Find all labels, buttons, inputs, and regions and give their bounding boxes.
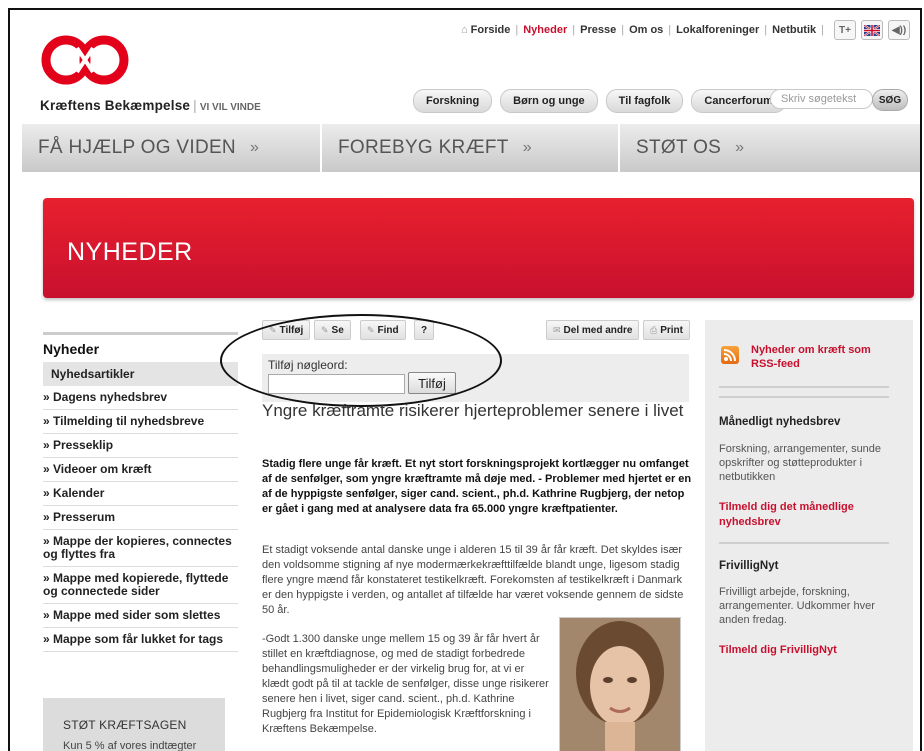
article-photo <box>559 617 681 751</box>
help-button[interactable]: ? <box>414 320 435 340</box>
search-button[interactable]: SØG <box>872 89 908 111</box>
forskning-button[interactable]: Forskning <box>413 89 493 113</box>
brand-tagline: VI VIL VINDE <box>199 102 261 113</box>
main-nav-hjaelp[interactable]: FÅ HJÆLP OG VIDEN» <box>22 124 322 172</box>
see-tags-button[interactable]: ✎ Se <box>314 320 351 340</box>
newsletter-title: Månedligt nyhedsbrev <box>719 416 841 428</box>
support-box: STØT KRÆFTSAGEN Kun 5 % af vores indtægt… <box>43 698 225 751</box>
page-title: NYHEDER <box>67 238 193 266</box>
utility-link-lokalforeninger[interactable]: Lokalforeninger <box>676 24 759 36</box>
keyword-input[interactable] <box>268 374 405 394</box>
article-lead: Stadig flere unge får kræft. Et nyt stor… <box>262 458 692 515</box>
utility-link-om-os[interactable]: Om os <box>629 24 663 36</box>
chevron-right-icon: » <box>522 139 532 156</box>
til-fagfolk-button[interactable]: Til fagfolk <box>605 89 684 113</box>
sidebar-item-current[interactable]: Nyhedsartikler <box>43 362 238 386</box>
text-size-icon[interactable]: T+ <box>834 20 856 40</box>
browser-page: ⌂ Forside | Nyheder | Presse | Om os | L… <box>8 8 922 751</box>
brand-name[interactable]: Kræftens Bekæmpelse | VI VIL VINDE <box>40 98 261 113</box>
speaker-icon[interactable]: ◀)) <box>888 20 910 40</box>
find-tags-button[interactable]: ✎ Find <box>360 320 406 340</box>
printer-icon: ⎙ <box>650 324 658 335</box>
keyword-label: Tilføj nøgleord: <box>268 358 348 372</box>
add-keyword-button[interactable]: Tilføj <box>408 372 456 394</box>
sidebar-item[interactable]: » Presseklip <box>43 434 238 458</box>
tag-icon: ✎ <box>367 324 375 335</box>
newsletter-text: Forskning, arrangementer, sunde opskrift… <box>719 443 882 483</box>
sidebar-nav: Nyheder Nyhedsartikler » Dagens nyhedsbr… <box>43 332 238 652</box>
logo-icon[interactable] <box>39 30 131 95</box>
envelope-icon: ✉ <box>553 324 561 335</box>
article-toolbar: ✎ Tilføj ✎ Se ✎ Find ? ✉ Del med andre ⎙ Prin… <box>262 320 690 344</box>
sidebar-item[interactable]: » Presserum <box>43 506 238 530</box>
volunteer-signup-link[interactable]: Tilmeld dig FrivilligNyt <box>719 643 895 658</box>
sidebar-heading[interactable]: Nyheder <box>43 332 238 362</box>
divider <box>719 386 889 388</box>
chevron-right-icon: » <box>735 139 745 156</box>
sidebar-item[interactable]: » Mappe med kopierede, flyttede og conne… <box>43 567 238 604</box>
sidebar-item[interactable]: » Tilmelding til nyhedsbreve <box>43 410 238 434</box>
volunteer-title: FrivilligNyt <box>719 560 779 572</box>
divider <box>719 396 889 398</box>
utility-link-home[interactable]: Forside <box>471 24 511 36</box>
sidebar-item[interactable]: » Dagens nyhedsbrev <box>43 386 238 410</box>
tag-icon: ✎ <box>269 324 277 335</box>
share-button[interactable]: ✉ Del med andre <box>546 320 640 340</box>
divider <box>719 542 889 544</box>
add-tag-button[interactable]: ✎ Tilføj <box>262 320 311 340</box>
keyword-form: Tilføj nøgleord: Tilføj <box>262 354 689 402</box>
sidebar-item[interactable]: » Videoer om kræft <box>43 458 238 482</box>
utility-link-netbutik[interactable]: Netbutik <box>772 24 816 36</box>
volunteer-text: Frivilligt arbejde, forskning, arrangeme… <box>719 586 875 626</box>
sidebar-item[interactable]: » Mappe der kopieres, connectes og flytt… <box>43 530 238 567</box>
support-text: Kun 5 % af vores indtægter <box>63 740 197 751</box>
rss-icon[interactable] <box>721 346 739 364</box>
article-paragraph: Et stadigt voksende antal danske unge i … <box>262 544 684 616</box>
main-nav-forebyg[interactable]: FOREBYG KRÆFT» <box>322 124 620 172</box>
main-nav-stot[interactable]: STØT OS» <box>620 124 920 172</box>
sidebar-item[interactable]: » Kalender <box>43 482 238 506</box>
search-input[interactable]: Skriv søgetekst <box>770 89 873 109</box>
right-sidebar: Nyheder om kræft som RSS-feed Månedligt … <box>705 320 913 751</box>
support-title: STØT KRÆFTSAGEN <box>63 718 187 732</box>
header-buttons: Forskning Børn og unge Til fagfolk Cance… <box>413 89 786 113</box>
home-icon: ⌂ <box>460 24 468 36</box>
sidebar-item[interactable]: » Mappe som får lukket for tags <box>43 628 238 652</box>
tag-icon: ✎ <box>321 324 329 335</box>
utility-link-nyheder[interactable]: Nyheder <box>523 24 567 36</box>
uk-flag-icon[interactable] <box>861 20 883 40</box>
article-title: Yngre kræftramte risikerer hjerteproblem… <box>262 401 684 420</box>
newsletter-signup-link[interactable]: Tilmeld dig det månedlige nyhedsbrev <box>719 500 895 530</box>
sidebar-item[interactable]: » Mappe med sider som slettes <box>43 604 238 628</box>
main-nav: FÅ HJÆLP OG VIDEN» FOREBYG KRÆFT» STØT O… <box>22 124 920 172</box>
utility-link-presse[interactable]: Presse <box>580 24 616 36</box>
utility-nav: ⌂ Forside | Nyheder | Presse | Om os | L… <box>461 20 910 40</box>
brand-title: Kræftens Bekæmpelse <box>40 98 191 113</box>
page-banner: NYHEDER <box>43 198 914 298</box>
chevron-right-icon: » <box>249 139 260 156</box>
print-button[interactable]: ⎙ Print <box>643 320 690 340</box>
born-og-unge-button[interactable]: Børn og unge <box>500 89 598 113</box>
rss-link[interactable]: Nyheder om kræft som RSS-feed <box>751 343 891 371</box>
article-paragraph: -Godt 1.300 danske unge mellem 15 og 39 … <box>262 633 549 735</box>
